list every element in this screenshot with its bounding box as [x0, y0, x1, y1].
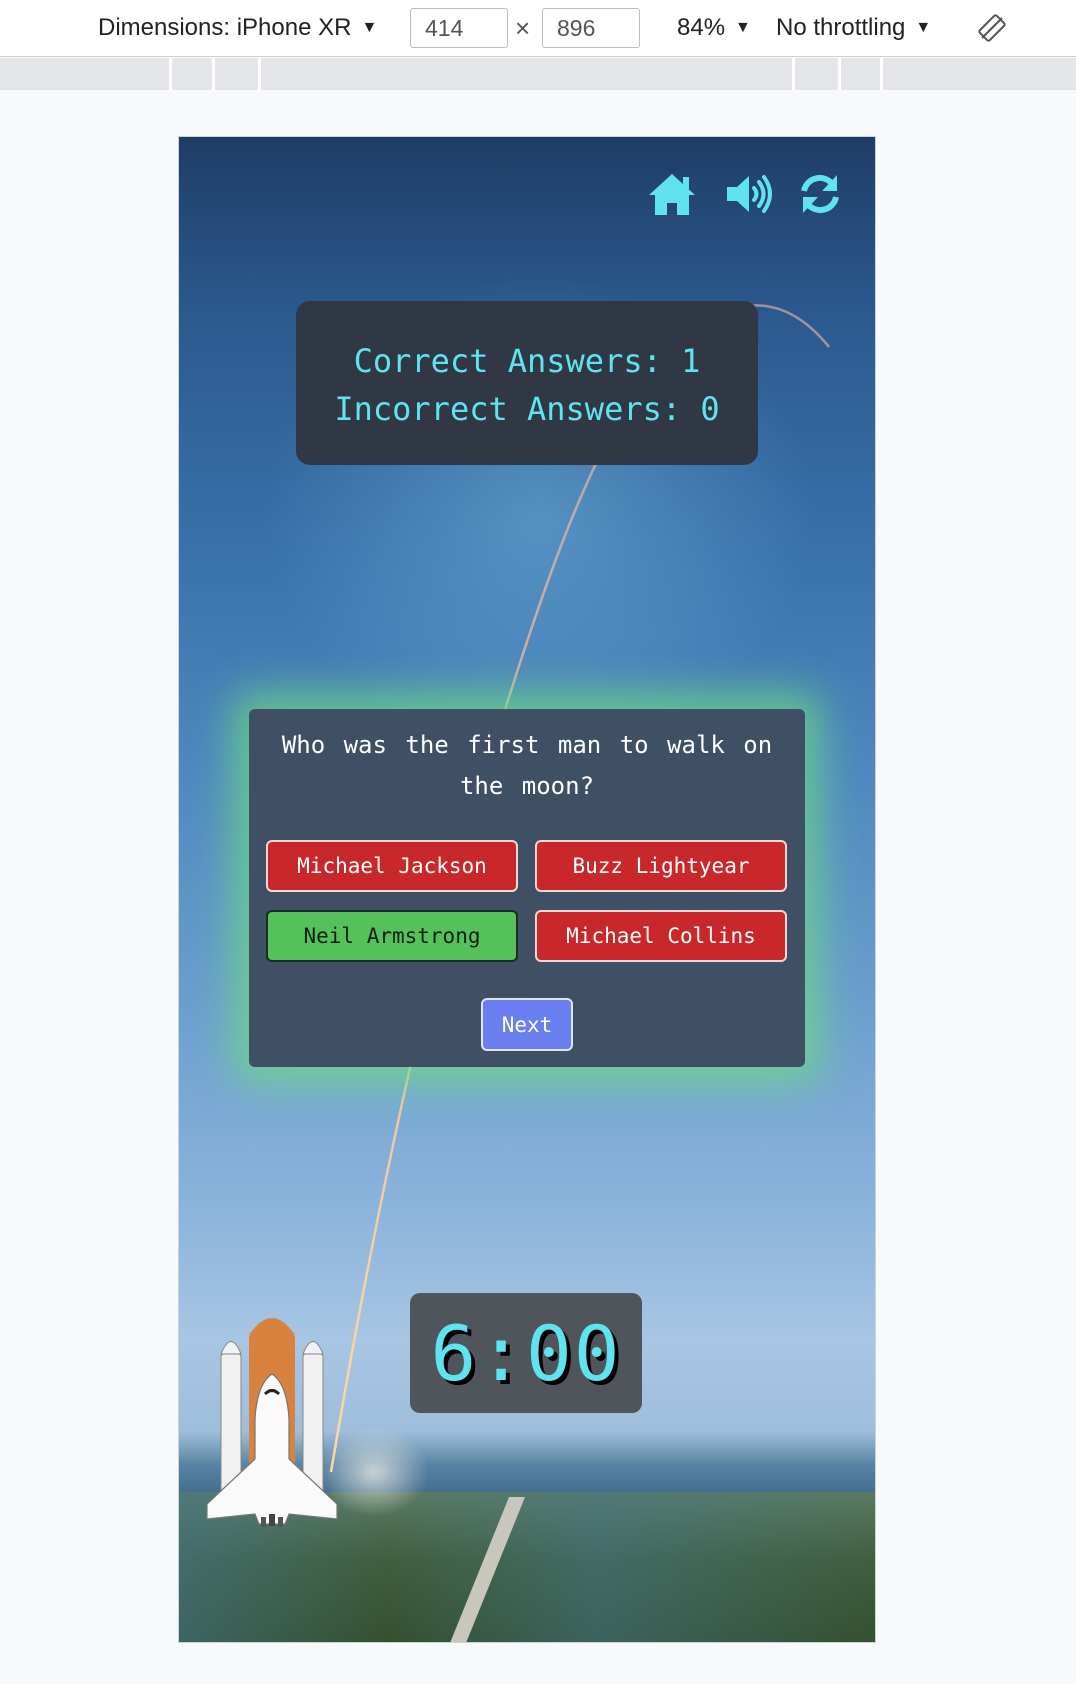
width-input[interactable]: 414	[410, 8, 508, 48]
throttling-label: No throttling	[776, 14, 906, 41]
device-label: Dimensions: iPhone XR	[98, 14, 352, 41]
zoom-label: 84%	[677, 14, 726, 41]
chevron-down-icon: ▼	[915, 19, 932, 36]
answer-button-michael-collins[interactable]: Michael Collins	[535, 910, 787, 962]
answer-button-michael-jackson[interactable]: Michael Jackson	[266, 840, 518, 892]
media-divider	[880, 58, 883, 90]
answer-button-buzz-lightyear[interactable]: Buzz Lightyear	[535, 840, 787, 892]
home-icon[interactable]	[647, 171, 697, 217]
device-viewport: Correct Answers: 1 Incorrect Answers: 0 …	[178, 136, 876, 1643]
answer-button-neil-armstrong[interactable]: Neil Armstrong	[266, 910, 518, 962]
game-toolbar	[647, 171, 847, 219]
space-shuttle-image	[206, 1318, 338, 1527]
quiz-card: Who was the first man to walk on the moo…	[249, 709, 805, 1067]
volume-icon[interactable]	[723, 171, 773, 217]
dimension-separator: ×	[515, 12, 531, 43]
media-divider	[212, 58, 215, 90]
chevron-down-icon: ▼	[735, 19, 751, 36]
next-button[interactable]: Next	[481, 998, 573, 1051]
chevron-down-icon: ▼	[361, 19, 378, 36]
media-divider	[838, 58, 841, 90]
rotate-icon[interactable]	[976, 12, 1008, 44]
score-panel: Correct Answers: 1 Incorrect Answers: 0	[296, 301, 758, 465]
throttling-select[interactable]: No throttling ▼	[776, 0, 931, 56]
correct-answers-count: Correct Answers: 1	[353, 342, 701, 380]
media-divider	[792, 58, 795, 90]
zoom-select[interactable]: 84% ▼	[677, 0, 751, 56]
height-input[interactable]: 896	[542, 8, 640, 48]
devtools-device-toolbar: Dimensions: iPhone XR ▼ 414 × 896 84% ▼ …	[0, 0, 1076, 57]
refresh-icon[interactable]	[795, 171, 845, 217]
question-text: Who was the first man to walk on the moo…	[281, 731, 773, 800]
media-divider	[258, 58, 261, 90]
countdown-timer: 6:00	[410, 1293, 642, 1413]
media-divider	[169, 58, 172, 90]
incorrect-answers-count: Incorrect Answers: 0	[334, 390, 720, 428]
device-select[interactable]: Dimensions: iPhone XR ▼	[98, 0, 377, 56]
media-query-bar[interactable]	[0, 58, 1076, 90]
